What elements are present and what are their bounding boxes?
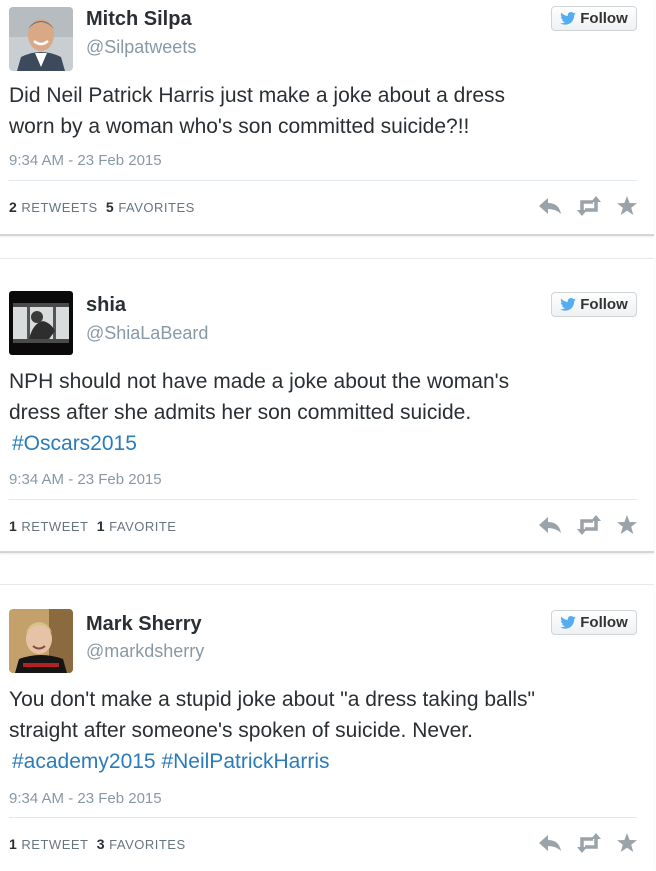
tweet-line: straight after someone's spoken of suici… <box>9 715 629 746</box>
twitter-bird-icon <box>560 12 577 25</box>
favorite-star-icon[interactable] <box>616 833 638 853</box>
user-handle[interactable]: @ShiaLaBeard <box>86 323 208 344</box>
tweet-text-segment: You don't make a stupid joke about "a dr… <box>9 688 535 711</box>
tweet-timestamp[interactable]: 9:34 AM - 23 Feb 2015 <box>9 471 162 488</box>
twitter-bird-icon <box>560 616 577 629</box>
favorite-label[interactable]: Favorite <box>109 519 176 534</box>
tweet-card: Mitch Silpa @Silpatweets Follow Did Neil… <box>0 0 654 236</box>
avatar[interactable] <box>9 609 73 673</box>
user-handle[interactable]: @Silpatweets <box>86 37 196 58</box>
favorite-label[interactable]: Favorites <box>109 837 186 852</box>
hashtag-link[interactable]: #Oscars2015 <box>12 432 137 455</box>
avatar[interactable] <box>9 7 73 71</box>
tweet-line: You don't make a stupid joke about "a dr… <box>9 684 629 715</box>
tweet-timestamp[interactable]: 9:34 AM - 23 Feb 2015 <box>9 152 162 169</box>
follow-button[interactable]: Follow <box>551 610 637 635</box>
tweet-text: You don't make a stupid joke about "a dr… <box>9 684 629 777</box>
tweet-line: NPH should not have made a joke about th… <box>9 366 629 397</box>
tweet-line: #academy2015 #NeilPatrickHarris <box>9 746 629 777</box>
tweet-line: dress after she admits her son committed… <box>9 397 629 428</box>
video-still-avatar-icon <box>9 291 73 355</box>
user-name[interactable]: shia <box>86 294 126 317</box>
retweet-icon[interactable] <box>576 515 602 535</box>
follow-label: Follow <box>580 296 628 313</box>
tweet-text-segment: worn by a woman who's son committed suic… <box>9 115 470 138</box>
tweet-stats: 2 Retweets 5 Favorites <box>9 199 195 215</box>
tweet-stats: 1 Retweet 1 Favorite <box>9 518 176 534</box>
reply-icon[interactable] <box>538 515 562 535</box>
tweet-actions <box>538 515 638 535</box>
retweet-count[interactable]: 1 <box>9 836 17 852</box>
reply-icon[interactable] <box>538 196 562 216</box>
favorite-star-icon[interactable] <box>616 196 638 216</box>
tweet-line: #Oscars2015 <box>9 428 629 459</box>
user-handle[interactable]: @markdsherry <box>86 641 204 662</box>
favorite-count[interactable]: 1 <box>97 518 105 534</box>
divider <box>9 817 637 818</box>
hashtag-link[interactable]: #NeilPatrickHarris <box>161 750 329 773</box>
tweet-actions <box>538 833 638 853</box>
follow-label: Follow <box>580 10 628 27</box>
tweet-text-segment: dress after she admits her son committed… <box>9 401 472 424</box>
tweet-card: shia @ShiaLaBeard Follow NPH should not … <box>0 258 654 553</box>
man-avatar-icon <box>9 7 73 71</box>
favorite-star-icon[interactable] <box>616 515 638 535</box>
divider <box>9 180 637 181</box>
tweet-line: Did Neil Patrick Harris just make a joke… <box>9 80 629 111</box>
tweet-text-segment: NPH should not have made a joke about th… <box>9 370 510 393</box>
retweet-count[interactable]: 1 <box>9 518 17 534</box>
retweet-label[interactable]: Retweet <box>21 519 88 534</box>
twitter-bird-icon <box>560 298 577 311</box>
follow-button[interactable]: Follow <box>551 6 637 31</box>
favorite-count[interactable]: 3 <box>97 836 105 852</box>
follow-label: Follow <box>580 614 628 631</box>
retweet-icon[interactable] <box>576 196 602 216</box>
retweet-icon[interactable] <box>576 833 602 853</box>
avatar[interactable] <box>9 291 73 355</box>
retweet-label[interactable]: Retweets <box>21 200 97 215</box>
user-name[interactable]: Mitch Silpa <box>86 8 192 31</box>
favorite-count[interactable]: 5 <box>106 199 114 215</box>
tweet-timestamp[interactable]: 9:34 AM - 23 Feb 2015 <box>9 790 162 807</box>
tweet-line: worn by a woman who's son committed suic… <box>9 111 629 142</box>
user-name[interactable]: Mark Sherry <box>86 613 202 636</box>
tweet-card: Mark Sherry @markdsherry Follow You don'… <box>0 584 654 871</box>
tweet-stats: 1 Retweet 3 Favorites <box>9 836 186 852</box>
retweet-label[interactable]: Retweet <box>21 837 88 852</box>
favorite-label[interactable]: Favorites <box>118 200 195 215</box>
follow-button[interactable]: Follow <box>551 292 637 317</box>
hashtag-link[interactable]: #academy2015 <box>12 750 156 773</box>
tweet-text-segment: straight after someone's spoken of suici… <box>9 719 473 742</box>
divider <box>9 499 637 500</box>
tweet-feed: Mitch Silpa @Silpatweets Follow Did Neil… <box>0 0 656 871</box>
retweet-count[interactable]: 2 <box>9 199 17 215</box>
tweet-text: Did Neil Patrick Harris just make a joke… <box>9 80 629 142</box>
tweet-actions <box>538 196 638 216</box>
reply-icon[interactable] <box>538 833 562 853</box>
tweet-text: NPH should not have made a joke about th… <box>9 366 629 459</box>
tweet-text-segment: Did Neil Patrick Harris just make a joke… <box>9 84 506 107</box>
man-avatar-icon <box>9 609 73 673</box>
